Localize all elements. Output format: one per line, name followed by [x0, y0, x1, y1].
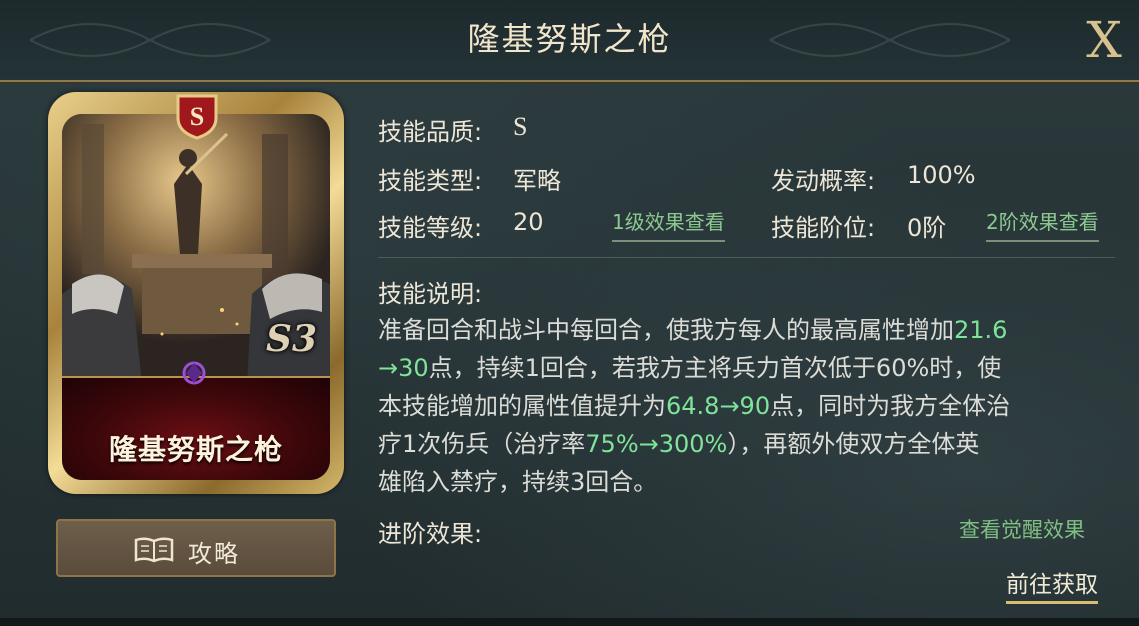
- tier-value: 0阶: [907, 214, 947, 242]
- card-name: 隆基努斯之枪: [108, 433, 283, 466]
- desc-text: 点，同时为我方全体治: [770, 392, 1011, 420]
- gem-icon: [182, 361, 206, 385]
- card-code: S3: [266, 318, 318, 360]
- type-label: 技能类型:: [378, 167, 483, 195]
- desc-highlight: →30: [378, 354, 429, 382]
- type-value: 军略: [513, 167, 561, 195]
- divider: [378, 257, 1115, 258]
- desc-highlight: 64.8→90: [666, 392, 771, 420]
- level-1-effect-link[interactable]: 1级效果查看: [612, 206, 725, 242]
- grade-badge-icon: S: [176, 94, 218, 140]
- page-title: 隆基努斯之枪: [467, 20, 672, 58]
- desc-text: ），再额外使双方全体英: [727, 430, 980, 458]
- chance-label: 发动概率:: [771, 167, 876, 195]
- chance-value: 100%: [907, 161, 976, 189]
- desc-text: 本技能增加的属性值提升为: [378, 392, 666, 420]
- close-icon[interactable]: X: [1078, 12, 1130, 68]
- desc-text: 疗1次伤兵（治疗率: [378, 430, 586, 458]
- header-bar: 隆基努斯之枪: [0, 0, 1139, 82]
- card-grade: S: [190, 102, 204, 131]
- quality-value: S: [513, 112, 528, 141]
- desc-highlight: 75%→300%: [585, 430, 728, 458]
- desc-text: 雄陷入禁疗，持续3回合。: [378, 468, 658, 496]
- tier-2-effect-link[interactable]: 2阶效果查看: [986, 206, 1099, 242]
- desc-text: 准备回合和战斗中每回合，使我方每人的最高属性增加: [378, 316, 954, 344]
- desc-text: 点，持续1回合，若我方主将兵力首次低于60%时，使: [428, 354, 1002, 382]
- card-name-plate: 隆基努斯之枪: [62, 376, 330, 480]
- quality-label: 技能品质:: [378, 118, 483, 146]
- level-label: 技能等级:: [378, 214, 483, 242]
- level-value: 20: [513, 208, 544, 236]
- advance-effect-label: 进阶效果:: [378, 520, 483, 548]
- bottom-strip: [0, 618, 1139, 626]
- skill-description: 准备回合和战斗中每回合，使我方每人的最高属性增加21.6 →30点，持续1回合，…: [378, 311, 1118, 501]
- book-icon: [134, 537, 174, 563]
- view-awaken-effect-link[interactable]: 查看觉醒效果: [959, 514, 1085, 544]
- tier-label: 技能阶位:: [771, 214, 876, 242]
- skill-card: 隆基努斯之枪: [62, 114, 330, 480]
- desc-highlight: 21.6: [954, 316, 1008, 344]
- go-obtain-link[interactable]: 前往获取: [1006, 565, 1098, 604]
- description-label: 技能说明:: [378, 280, 483, 308]
- strategy-button-label: 攻略: [188, 540, 240, 568]
- strategy-button[interactable]: 攻略: [56, 519, 336, 577]
